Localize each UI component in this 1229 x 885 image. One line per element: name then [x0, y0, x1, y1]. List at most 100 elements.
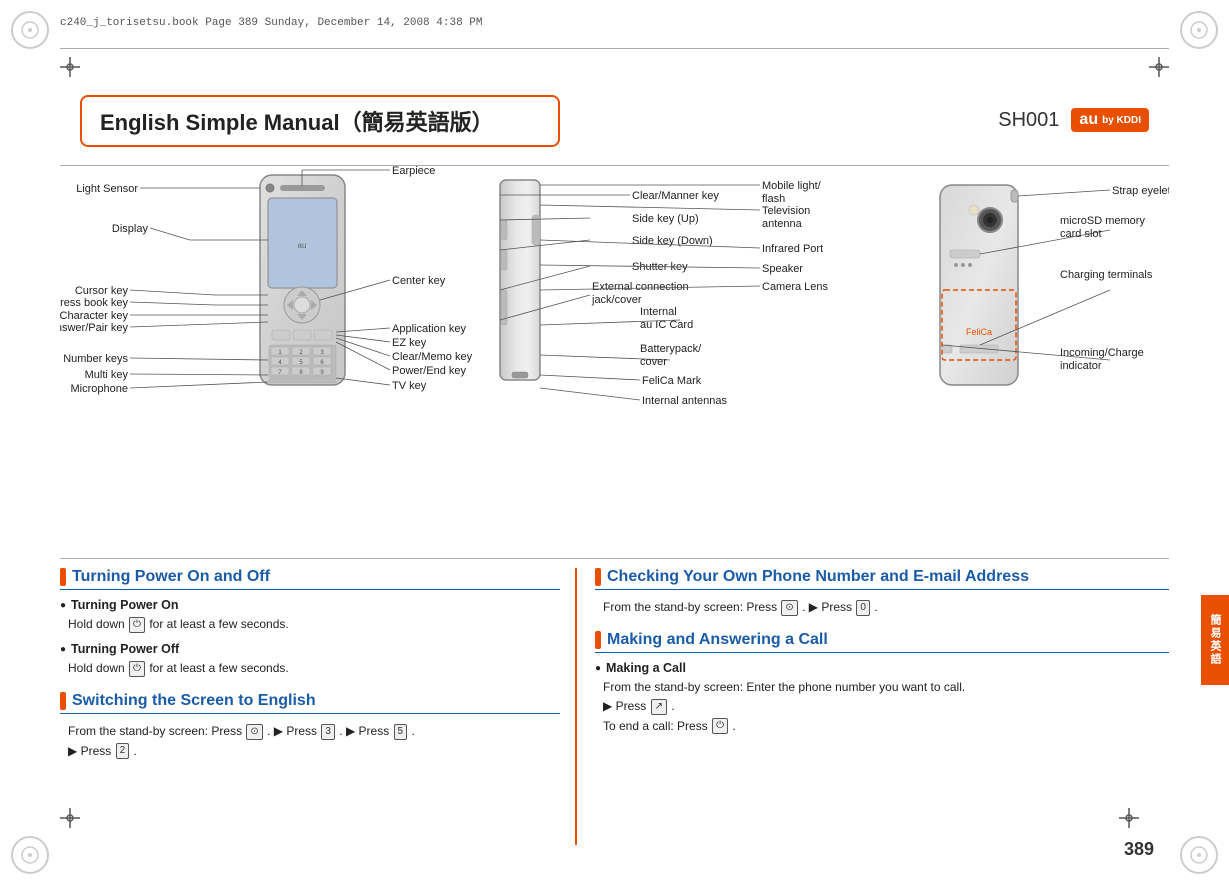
check-text1: From the stand-by screen: Press: [603, 600, 780, 614]
content-area: Turning Power On and Off Turning Power O…: [60, 568, 1169, 845]
svg-text:Multi key: Multi key: [85, 369, 129, 381]
switch-key4: 2: [116, 743, 130, 759]
svg-text:cover: cover: [640, 356, 667, 368]
svg-text:FeliCa: FeliCa: [966, 327, 992, 337]
svg-text:Mail/Character key: Mail/Character key: [60, 310, 128, 322]
svg-text:Light Sensor: Light Sensor: [76, 183, 138, 195]
svg-text:Speaker: Speaker: [762, 263, 803, 275]
svg-text:Charging terminals: Charging terminals: [1060, 269, 1153, 281]
svg-text:Address book key: Address book key: [60, 297, 128, 309]
switch-dot1: . ▶ Press: [267, 724, 320, 738]
brand-area: SH001 au by KDDI: [998, 108, 1149, 132]
svg-text:Television: Television: [762, 205, 810, 217]
svg-text:Infrared Port: Infrared Port: [762, 243, 823, 255]
file-info-text: c240_j_torisetsu.book Page 389 Sunday, D…: [60, 17, 482, 29]
side-tab: 簡易英語: [1201, 595, 1229, 685]
svg-text:TV key: TV key: [392, 380, 427, 392]
section-divider: [575, 568, 577, 845]
call-dot2: .: [732, 719, 735, 733]
making-call-text: From the stand-by screen: Enter the phon…: [603, 678, 1169, 736]
by-kddi-text: by KDDI: [1102, 115, 1141, 126]
turning-power-title: Turning Power On and Off: [60, 568, 560, 590]
svg-text:Answer/Pair key: Answer/Pair key: [60, 322, 128, 334]
switch-dot4: .: [133, 744, 136, 758]
svg-text:Microphone: Microphone: [71, 383, 128, 395]
svg-text:au IC Card: au IC Card: [640, 319, 693, 331]
svg-text:microSD memory: microSD memory: [1060, 215, 1145, 227]
corner-br: [1174, 830, 1224, 880]
svg-text:Number keys: Number keys: [63, 353, 128, 365]
switch-arrow: ▶ Press: [68, 744, 115, 758]
call-key-end: ⏻: [712, 718, 728, 734]
switching-screen-text: From the stand-by screen: Press ⊙ . ▶ Pr…: [68, 722, 560, 760]
phone-diagram: au 1 2 3 4 5 6 7 8 9: [60, 160, 1169, 550]
svg-text:Internal antennas: Internal antennas: [642, 395, 728, 407]
turning-off-text: Hold down ⏻ for at least a few seconds.: [68, 659, 560, 678]
checking-number-text: From the stand-by screen: Press ⊙ . ▶ Pr…: [603, 598, 1169, 617]
switch-dot2: . ▶ Press: [339, 724, 392, 738]
svg-text:Camera Lens: Camera Lens: [762, 281, 829, 293]
diagram-divider: [60, 558, 1169, 559]
svg-text:Center key: Center key: [392, 275, 446, 287]
au-text: au: [1079, 111, 1098, 129]
svg-text:Mobile light/: Mobile light/: [762, 180, 822, 192]
power-key-on: ⏻: [129, 617, 145, 633]
svg-text:au: au: [298, 241, 307, 250]
power-key-off: ⏻: [129, 661, 145, 677]
au-brand-badge: au by KDDI: [1071, 108, 1149, 132]
title-box: English Simple Manual（簡易英語版）: [80, 95, 560, 147]
left-content: Turning Power On and Off Turning Power O…: [60, 568, 560, 761]
svg-text:Strap eyelet: Strap eyelet: [1112, 185, 1169, 197]
call-end-text: To end a call: Press: [603, 719, 711, 733]
turning-power-label: Turning Power On and Off: [72, 568, 270, 586]
call-key-send: ↗: [651, 699, 667, 715]
svg-text:EZ key: EZ key: [392, 337, 427, 349]
side-tab-text: 簡易英語: [1207, 614, 1223, 666]
svg-text:Clear/Manner key: Clear/Manner key: [632, 190, 719, 202]
svg-text:jack/cover: jack/cover: [591, 294, 642, 306]
model-name: SH001: [998, 109, 1059, 132]
svg-text:FeliCa Mark: FeliCa Mark: [642, 375, 702, 387]
svg-text:Earpiece: Earpiece: [392, 165, 435, 177]
making-call-title: Making and Answering a Call: [595, 631, 1169, 653]
svg-text:Application key: Application key: [392, 323, 466, 335]
corner-tr: [1174, 5, 1224, 55]
page-number: 389: [1124, 839, 1154, 860]
corner-tl: [5, 5, 55, 55]
switch-text1: From the stand-by screen: Press: [68, 724, 245, 738]
svg-text:Incoming/Charge: Incoming/Charge: [1060, 347, 1144, 359]
svg-text:antenna: antenna: [762, 218, 803, 230]
call-arrow1: ▶ Press: [603, 699, 650, 713]
svg-text:Display: Display: [112, 223, 149, 235]
svg-text:Clear/Memo key: Clear/Memo key: [392, 351, 473, 363]
switch-key2: 3: [321, 724, 335, 740]
turning-on-subtitle: Turning Power On: [60, 598, 560, 612]
header-divider: [60, 48, 1169, 49]
svg-text:Side key (Up): Side key (Up): [632, 213, 699, 225]
corner-bl: [5, 830, 55, 880]
making-call-subtitle: Making a Call: [595, 661, 1169, 675]
check-dot: .: [874, 600, 877, 614]
svg-text:Internal: Internal: [640, 306, 677, 318]
svg-text:indicator: indicator: [1060, 360, 1102, 372]
svg-text:External connection: External connection: [592, 281, 689, 293]
file-info-bar: c240_j_torisetsu.book Page 389 Sunday, D…: [60, 8, 1169, 38]
turning-on-text: Hold down ⏻ for at least a few seconds.: [68, 615, 560, 634]
svg-text:Power/End key: Power/End key: [392, 365, 466, 377]
turning-off-subtitle: Turning Power Off: [60, 642, 560, 656]
svg-text:card slot: card slot: [1060, 228, 1102, 240]
checking-number-title: Checking Your Own Phone Number and E-mai…: [595, 568, 1169, 590]
check-mid: . ▶ Press: [802, 600, 855, 614]
svg-text:flash: flash: [762, 193, 785, 205]
main-title: English Simple Manual（簡易英語版）: [100, 105, 494, 137]
switch-key3: 5: [394, 724, 408, 740]
crosshair-tr: [1147, 55, 1171, 79]
svg-text:Batterypack/: Batterypack/: [640, 343, 702, 355]
check-key2: 0: [856, 600, 870, 616]
call-dot1: .: [671, 699, 674, 713]
crosshair-tl: [58, 55, 82, 79]
svg-text:Cursor key: Cursor key: [75, 285, 129, 297]
check-key1: ⊙: [781, 600, 797, 616]
switch-key1: ⊙: [246, 724, 262, 740]
switching-screen-title: Switching the Screen to English: [60, 692, 560, 714]
